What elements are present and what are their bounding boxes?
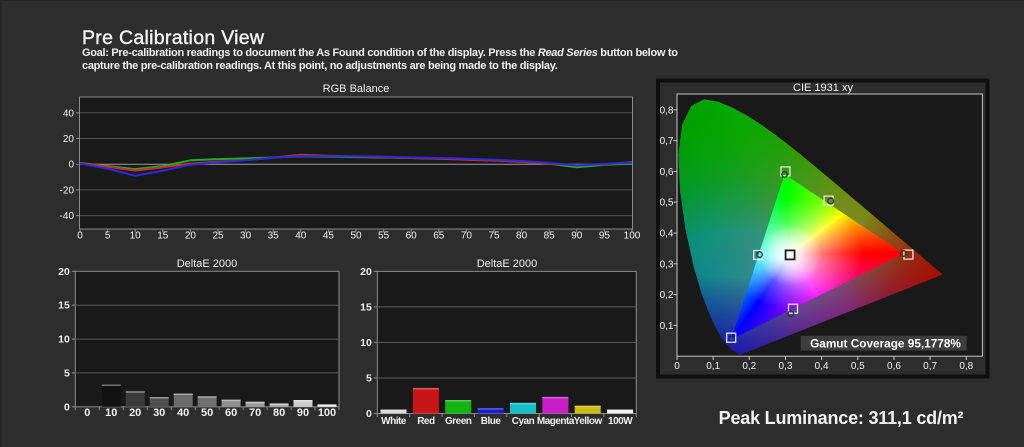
svg-text:80: 80 [516, 231, 528, 242]
svg-text:0,1: 0,1 [660, 321, 674, 332]
svg-text:Green: Green [445, 416, 472, 427]
svg-text:0,4: 0,4 [815, 361, 829, 372]
svg-text:65: 65 [433, 231, 445, 242]
svg-text:55: 55 [378, 231, 390, 242]
svg-text:90: 90 [297, 407, 309, 419]
svg-text:75: 75 [488, 231, 500, 242]
svg-text:RGB Balance: RGB Balance [323, 83, 390, 95]
svg-text:0,4: 0,4 [660, 229, 674, 240]
svg-text:5: 5 [366, 373, 372, 385]
svg-text:Blue: Blue [481, 416, 502, 427]
svg-text:30: 30 [240, 231, 252, 242]
svg-text:50: 50 [350, 231, 362, 242]
svg-text:0: 0 [77, 231, 83, 242]
svg-text:-20: -20 [60, 185, 75, 196]
svg-text:0,2: 0,2 [660, 290, 674, 301]
svg-text:0,6: 0,6 [887, 361, 901, 372]
svg-text:30: 30 [153, 407, 165, 419]
svg-text:0,7: 0,7 [923, 361, 937, 372]
svg-text:0,3: 0,3 [660, 259, 674, 270]
svg-text:5: 5 [64, 367, 70, 379]
svg-text:Yellow: Yellow [574, 416, 603, 427]
svg-text:40: 40 [177, 407, 189, 419]
svg-text:0: 0 [64, 401, 70, 413]
svg-text:20: 20 [129, 407, 141, 419]
svg-text:100: 100 [624, 231, 641, 242]
svg-text:100: 100 [318, 407, 336, 419]
svg-text:40: 40 [63, 108, 75, 119]
svg-text:25: 25 [212, 231, 224, 242]
svg-text:20: 20 [360, 266, 372, 278]
svg-text:20: 20 [63, 134, 75, 145]
svg-text:15: 15 [360, 301, 372, 313]
svg-text:60: 60 [406, 231, 418, 242]
svg-text:0: 0 [674, 361, 680, 372]
svg-text:20: 20 [185, 231, 197, 242]
svg-text:10: 10 [105, 407, 117, 419]
svg-text:10: 10 [58, 334, 70, 346]
svg-text:0,2: 0,2 [742, 361, 756, 372]
svg-text:Gamut Coverage 95,1778%: Gamut Coverage 95,1778% [810, 336, 961, 350]
svg-text:35: 35 [268, 231, 280, 242]
svg-text:10: 10 [360, 337, 372, 349]
svg-text:0,8: 0,8 [959, 361, 973, 372]
svg-text:0,5: 0,5 [660, 198, 674, 209]
svg-text:White: White [381, 416, 407, 427]
svg-text:Red: Red [417, 416, 435, 427]
svg-text:70: 70 [249, 407, 261, 419]
svg-text:50: 50 [201, 407, 213, 419]
svg-text:CIE 1931 xy: CIE 1931 xy [793, 82, 853, 94]
svg-text:DeltaE 2000: DeltaE 2000 [177, 258, 238, 270]
svg-text:20: 20 [58, 266, 70, 278]
svg-text:DeltaE 2000: DeltaE 2000 [477, 258, 538, 270]
svg-text:0,5: 0,5 [851, 361, 865, 372]
svg-text:0: 0 [366, 408, 372, 420]
svg-text:85: 85 [544, 231, 556, 242]
svg-text:10: 10 [130, 231, 142, 242]
svg-text:Magenta: Magenta [537, 416, 575, 427]
svg-text:15: 15 [157, 231, 169, 242]
svg-text:0: 0 [84, 407, 90, 419]
svg-text:0,6: 0,6 [660, 167, 674, 178]
svg-text:0,3: 0,3 [779, 361, 793, 372]
svg-text:0,1: 0,1 [706, 361, 720, 372]
svg-text:0: 0 [68, 160, 74, 171]
svg-text:90: 90 [571, 231, 583, 242]
svg-text:60: 60 [225, 407, 237, 419]
svg-text:0,7: 0,7 [660, 136, 674, 147]
svg-text:40: 40 [295, 231, 307, 242]
svg-text:Cyan: Cyan [512, 416, 535, 427]
svg-text:15: 15 [58, 300, 70, 312]
svg-text:0,8: 0,8 [660, 105, 674, 116]
svg-text:100W: 100W [608, 416, 633, 427]
svg-text:80: 80 [273, 407, 285, 419]
svg-text:70: 70 [461, 231, 473, 242]
svg-text:45: 45 [323, 231, 335, 242]
svg-text:95: 95 [599, 231, 611, 242]
svg-text:-40: -40 [60, 211, 75, 222]
svg-text:5: 5 [105, 231, 111, 242]
